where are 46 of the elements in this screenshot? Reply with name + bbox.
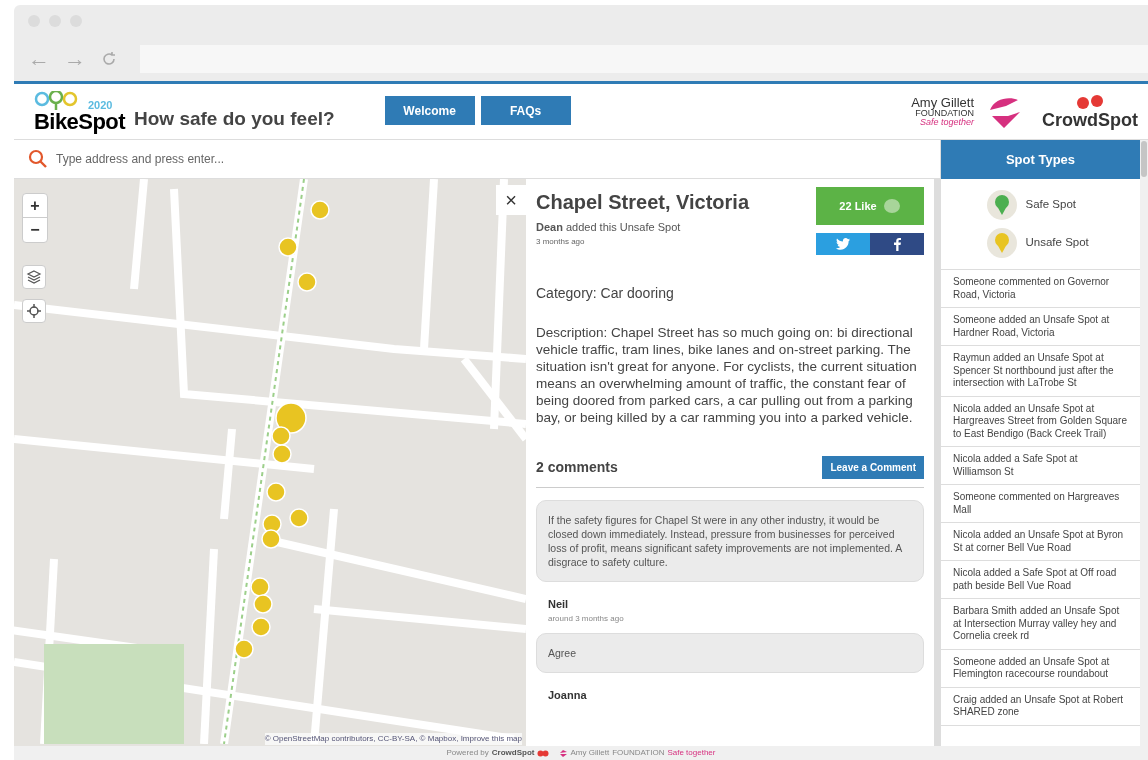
logo-name: BikeSpot [34,110,125,133]
comment-time: around 3 months ago [547,612,625,625]
search-field[interactable]: Type address and press enter... [56,150,926,168]
facebook-button[interactable] [870,233,924,255]
footer-brand: CrowdSpot [491,747,535,759]
partner-logo-icon [560,749,568,757]
comment-author: Neil [547,597,570,612]
comment-author: Joanna [547,687,588,703]
partner-subtitle: FOUNDATION [915,109,974,118]
partner-tagline: Safe together [919,118,974,127]
brand-name: CrowdSpot [1042,110,1138,129]
nav-button[interactable]: Welcome [384,96,475,125]
footer-partner-subtitle: FOUNDATION [612,747,665,759]
comments-heading: 2 comments [536,458,618,477]
zoom-in-button[interactable]: + [23,194,47,218]
facebook-icon [893,237,901,251]
bird-icon [836,238,850,250]
spot-type-label: Unsafe Spot [1025,235,1089,251]
spot-time: 3 months ago [536,235,586,248]
scrollbar[interactable] [1140,140,1148,746]
locate-button[interactable] [22,299,46,323]
tagline: How safe do you feel? [134,107,335,132]
footer-partner-tagline: Safe together [667,747,716,759]
crosshair-icon [27,304,41,318]
panel-header: Spot Types [941,140,1140,179]
leave-comment-button[interactable]: Leave a Comment [822,456,924,479]
nav-button[interactable]: FAQs [480,96,571,125]
zoom-out-button[interactable]: − [23,218,47,242]
search-icon [28,149,48,169]
comment-bubble: Agree [536,632,924,673]
layers-button[interactable] [22,265,46,289]
map-attribution: © OpenStreetMap contributors, CC-BY-SA, © Mapbox, Improve this map [264,733,522,745]
layers-icon [26,269,42,285]
footer-partner: Amy Gillett [570,747,610,759]
spot-category: Category: Car dooring [536,284,675,303]
logo-year: 2020 [88,99,113,111]
partner-name: Amy Gillett [911,96,974,109]
spot-title: Chapel Street, Victoria [536,190,750,215]
spot-type-label: Safe Spot [1025,197,1076,213]
footer-text: Powered by [446,747,489,759]
close-button[interactable]: × [496,185,526,215]
reload-icon[interactable] [100,50,118,68]
spot-description: Description: Chapel Street has so much going on: bi directional vehicle traffic, tram lines, bike lanes and on-street parking. The situation isn't great for anyone. For cyclists, the current situation means an overwhelming amount of traffic, the constant fear of being doored from parked cars, a car pulling out from a parking bay, or being killed by a car ramming you into a parked vehicle. [536,324,918,426]
spot-byline: Dean added this Unsafe Spot [536,220,682,235]
comment-bubble: If the safety figures for Chapel St were in any other industry, it would be closed down immediately. Instead, pressure from businesses for perceived loss of profit, means significant safety improvements are not implemented. A disgrace to safety culture. [536,500,924,582]
crowdspot-logo-icon [537,749,550,757]
